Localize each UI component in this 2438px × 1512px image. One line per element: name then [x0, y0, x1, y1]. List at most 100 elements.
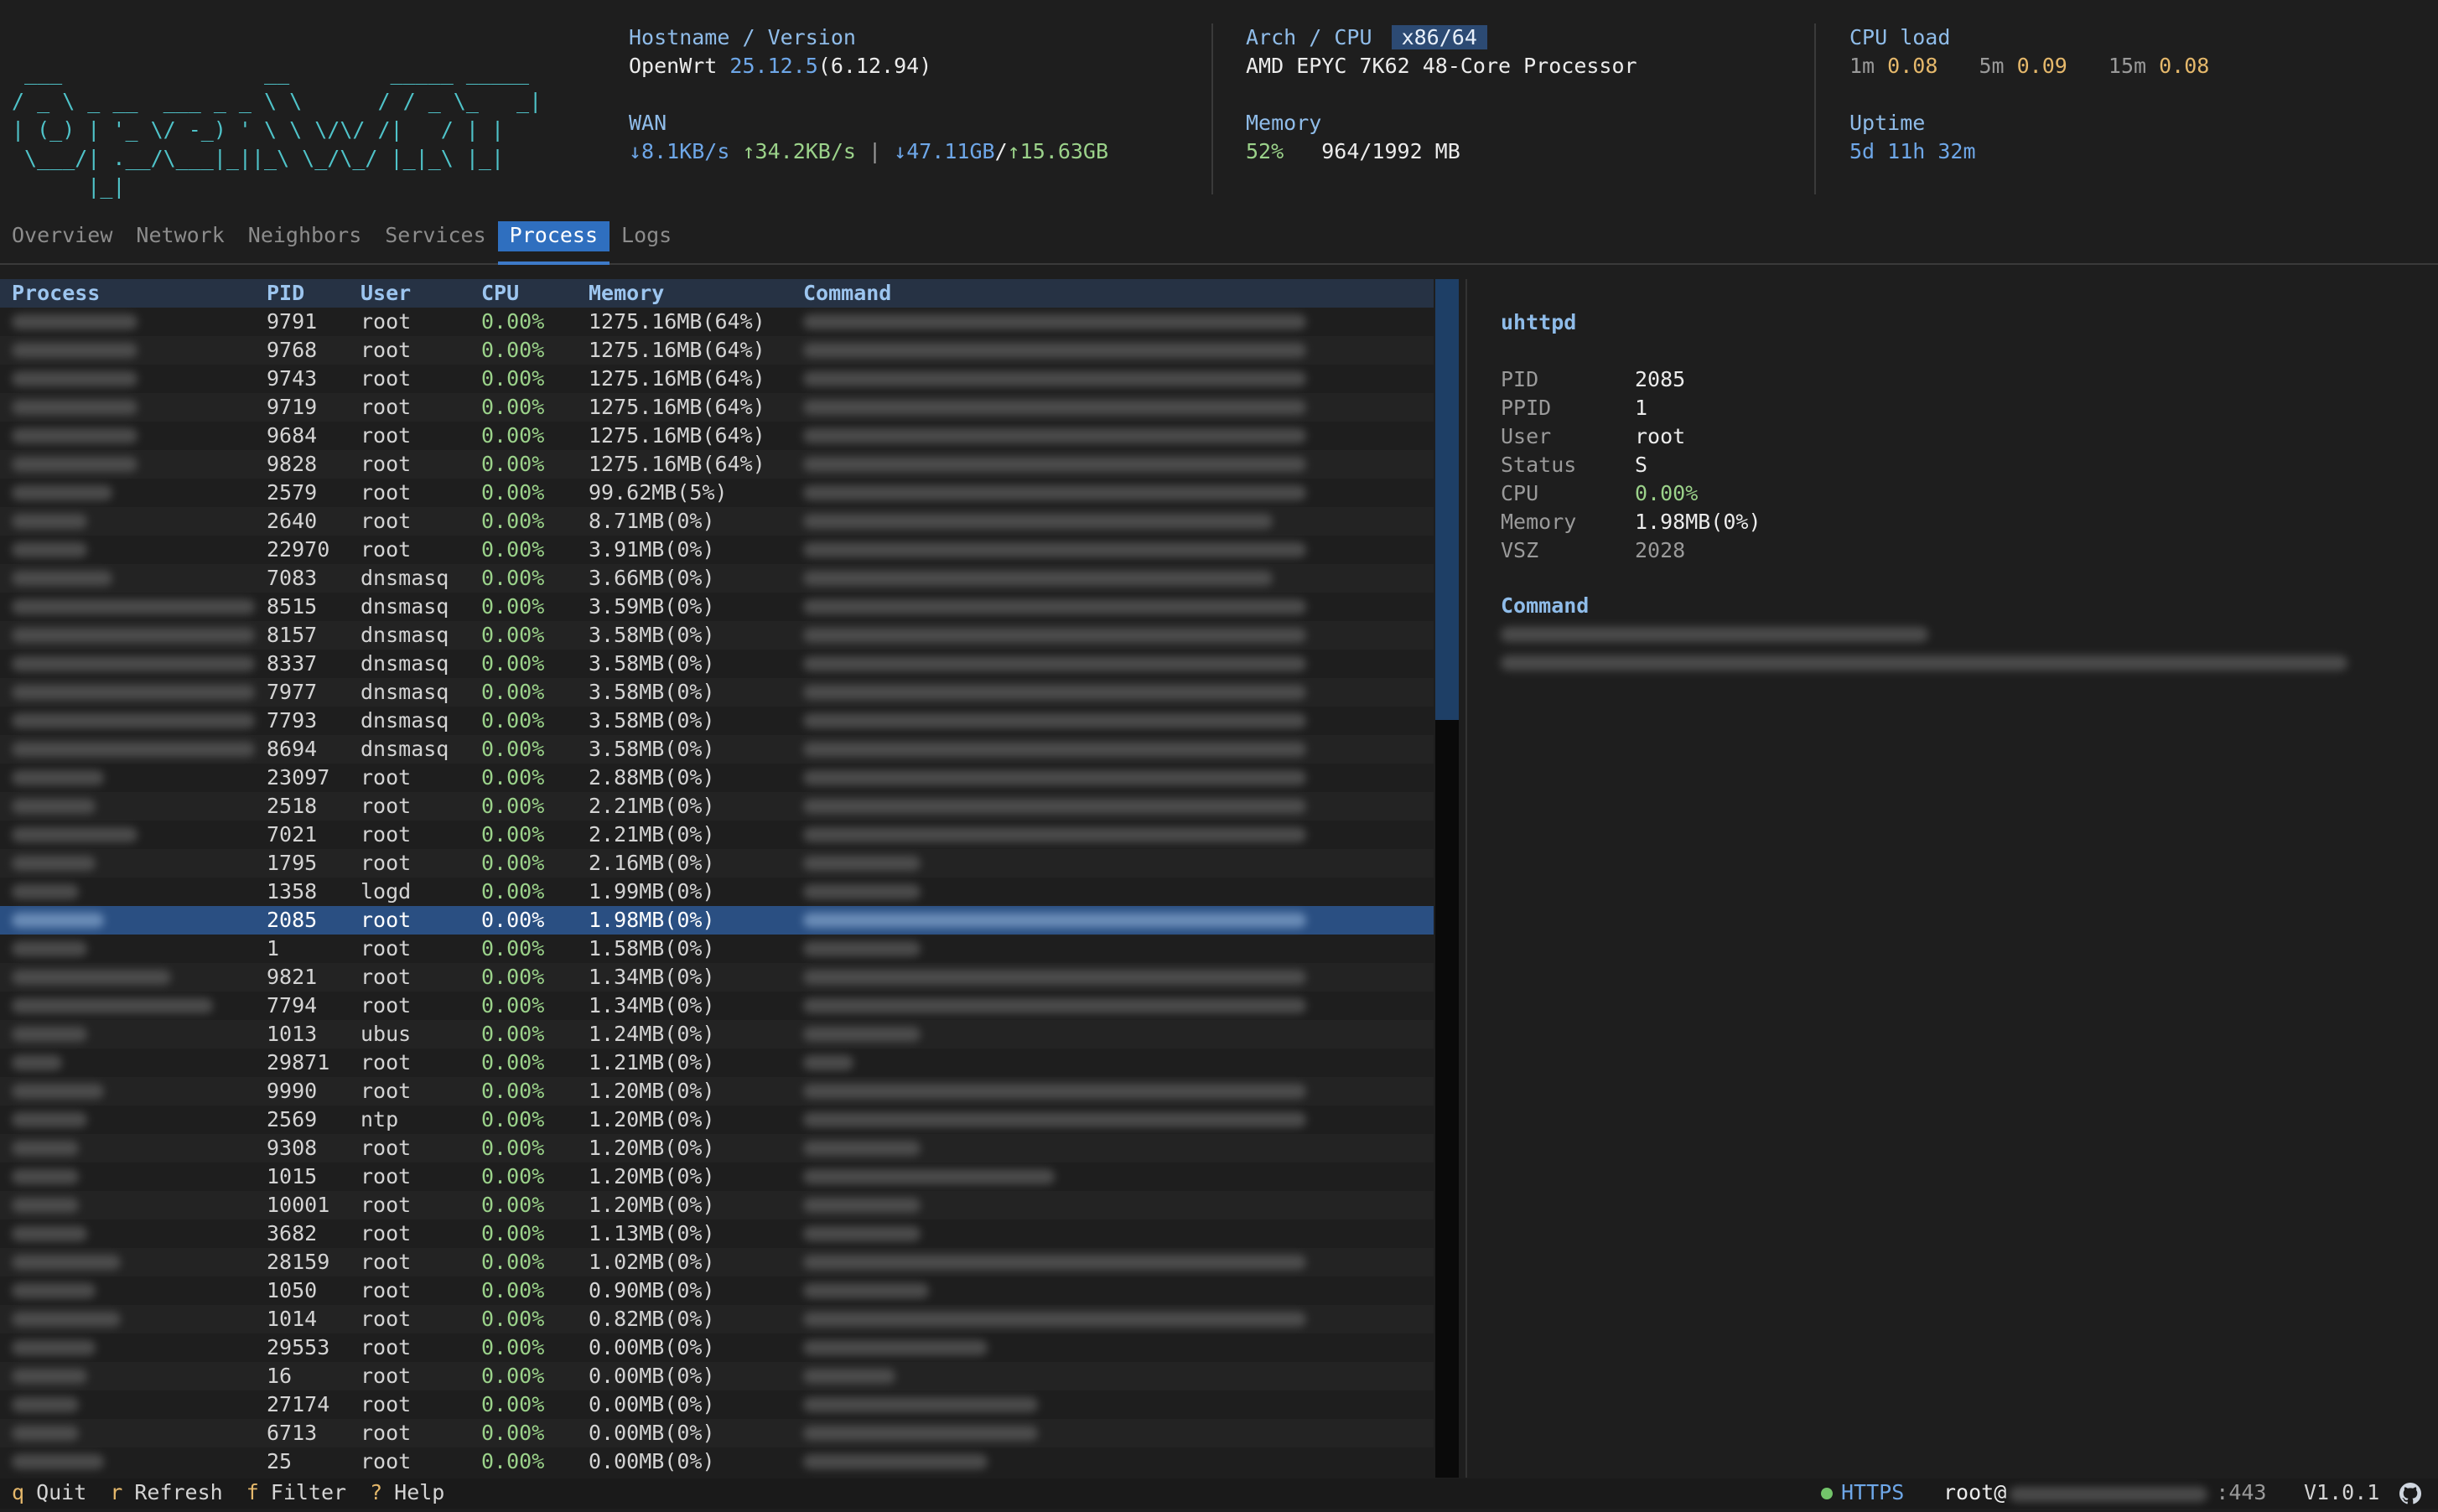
- table-row[interactable]: 1795 root 0.00% 2.16MB(0%): [0, 849, 1434, 878]
- table-row[interactable]: 7794 root 0.00% 1.34MB(0%): [0, 992, 1434, 1020]
- table-row[interactable]: 25 root 0.00% 0.00MB(0%): [0, 1447, 1434, 1476]
- logo-line: ___ __ _____ _____: [12, 60, 530, 85]
- table-row[interactable]: 9684 root 0.00% 1275.16MB(64%): [0, 422, 1434, 450]
- table-row[interactable]: 16 root 0.00% 0.00MB(0%): [0, 1362, 1434, 1390]
- table-row[interactable]: 7083 dnsmasq 0.00% 3.66MB(0%): [0, 564, 1434, 593]
- process-cpu: 0.00%: [481, 993, 545, 1017]
- process-cpu: 0.00%: [481, 509, 545, 533]
- table-row[interactable]: 2569 ntp 0.00% 1.20MB(0%): [0, 1106, 1434, 1134]
- table-row[interactable]: 6713 root 0.00% 0.00MB(0%): [0, 1419, 1434, 1447]
- process-memory: 0.00MB(0%): [589, 1421, 715, 1445]
- column-header-pid[interactable]: PID: [267, 279, 304, 308]
- active-tab-underline: [498, 261, 610, 265]
- openwrt-ascii-logo: ___ __ _____ _____ / _ \ _ __ ___ _ _ \ \…: [12, 59, 542, 201]
- table-row[interactable]: 1 root 0.00% 1.58MB(0%): [0, 935, 1434, 963]
- process-memory: 8.71MB(0%): [589, 509, 715, 533]
- process-memory: 2.16MB(0%): [589, 851, 715, 875]
- connection-status: HTTPS: [1821, 1478, 1904, 1507]
- table-row[interactable]: 10001 root 0.00% 1.20MB(0%): [0, 1191, 1434, 1219]
- process-user: root: [361, 1050, 412, 1074]
- shortcut-list: q Quit r Refresh f Filter ? Help: [12, 1478, 468, 1507]
- logo-line: / _ \ _ __ ___ _ _ \ \ / / _ \_ _|: [12, 89, 542, 113]
- table-row[interactable]: 8337 dnsmasq 0.00% 3.58MB(0%): [0, 650, 1434, 678]
- table-row[interactable]: 9743 root 0.00% 1275.16MB(64%): [0, 365, 1434, 393]
- process-pid: 8157: [267, 623, 318, 647]
- tab-overview[interactable]: Overview: [0, 221, 124, 251]
- process-pid: 28159: [267, 1250, 330, 1274]
- table-row[interactable]: 9308 root 0.00% 1.20MB(0%): [0, 1134, 1434, 1162]
- process-cpu: 0.00%: [481, 851, 545, 875]
- process-user: root: [361, 965, 412, 989]
- shortcut-label: Help: [394, 1480, 445, 1504]
- tab-services[interactable]: Services: [373, 221, 497, 251]
- github-icon[interactable]: [2399, 1483, 2422, 1504]
- arch-label: Arch / CPU: [1246, 25, 1372, 49]
- tab-network[interactable]: Network: [124, 221, 236, 251]
- table-row[interactable]: 27174 root 0.00% 0.00MB(0%): [0, 1390, 1434, 1419]
- table-row[interactable]: 9768 root 0.00% 1275.16MB(64%): [0, 336, 1434, 365]
- process-memory: 0.90MB(0%): [589, 1278, 715, 1302]
- table-row[interactable]: 8694 dnsmasq 0.00% 3.58MB(0%): [0, 735, 1434, 764]
- shortcut-help[interactable]: ? Help: [370, 1480, 444, 1504]
- table-row[interactable]: 1050 root 0.00% 0.90MB(0%): [0, 1276, 1434, 1305]
- table-row[interactable]: 9719 root 0.00% 1275.16MB(64%): [0, 393, 1434, 422]
- table-row[interactable]: 1358 logd 0.00% 1.99MB(0%): [0, 878, 1434, 906]
- process-memory: 3.58MB(0%): [589, 651, 715, 676]
- table-row[interactable]: 7793 dnsmasq 0.00% 3.58MB(0%): [0, 707, 1434, 735]
- table-row[interactable]: 9828 root 0.00% 1275.16MB(64%): [0, 450, 1434, 479]
- tab-logs[interactable]: Logs: [610, 221, 683, 251]
- table-row[interactable]: 2579 root 0.00% 99.62MB(5%): [0, 479, 1434, 507]
- process-cpu: 0.00%: [481, 965, 545, 989]
- table-row[interactable]: 3682 root 0.00% 1.13MB(0%): [0, 1219, 1434, 1248]
- table-row[interactable]: 2085 root 0.00% 1.98MB(0%): [0, 906, 1434, 935]
- process-memory: 0.00MB(0%): [589, 1449, 715, 1473]
- process-cpu: 0.00%: [481, 1364, 545, 1388]
- process-memory: 1.58MB(0%): [589, 936, 715, 961]
- process-pid: 1013: [267, 1022, 318, 1046]
- table-scrollbar-thumb[interactable]: [1435, 279, 1459, 720]
- process-pid: 2579: [267, 480, 318, 505]
- column-header-user[interactable]: User: [361, 279, 411, 308]
- table-row[interactable]: 29871 root 0.00% 1.21MB(0%): [0, 1049, 1434, 1077]
- cpuload-block: CPU load 1m 0.08 5m 0.09 15m 0.08: [1849, 23, 2209, 80]
- tab-neighbors[interactable]: Neighbors: [236, 221, 373, 251]
- table-row[interactable]: 1013 ubus 0.00% 1.24MB(0%): [0, 1020, 1434, 1049]
- column-header-cpu[interactable]: CPU: [481, 279, 519, 308]
- column-header-command[interactable]: Command: [803, 279, 1306, 308]
- process-memory: 2.88MB(0%): [589, 765, 715, 790]
- column-header-process[interactable]: Process: [12, 279, 255, 308]
- table-row[interactable]: 9990 root 0.00% 1.20MB(0%): [0, 1077, 1434, 1106]
- wan-slash: /: [994, 139, 1008, 163]
- table-row[interactable]: 9791 root 0.00% 1275.16MB(64%): [0, 308, 1434, 336]
- login-info: root@:443: [1943, 1478, 2266, 1507]
- column-header-memory[interactable]: Memory: [589, 279, 664, 308]
- tab-process[interactable]: Process: [497, 221, 610, 251]
- process-cpu: 0.00%: [481, 623, 545, 647]
- wan-up-rate: ↑34.2KB/s: [742, 139, 856, 163]
- table-row[interactable]: 2640 root 0.00% 8.71MB(0%): [0, 507, 1434, 536]
- connection-protocol: HTTPS: [1841, 1480, 1905, 1504]
- table-row[interactable]: 1015 root 0.00% 1.20MB(0%): [0, 1162, 1434, 1191]
- shortcut-refresh[interactable]: r Refresh: [110, 1480, 222, 1504]
- shortcut-quit[interactable]: q Quit: [12, 1480, 86, 1504]
- table-row[interactable]: 1014 root 0.00% 0.82MB(0%): [0, 1305, 1434, 1333]
- table-row[interactable]: 7021 root 0.00% 2.21MB(0%): [0, 821, 1434, 849]
- process-memory: 3.91MB(0%): [589, 537, 715, 562]
- table-row[interactable]: 22970 root 0.00% 3.91MB(0%): [0, 536, 1434, 564]
- table-row[interactable]: 9821 root 0.00% 1.34MB(0%): [0, 963, 1434, 992]
- detail-command-label: Command: [1501, 593, 1590, 618]
- table-row[interactable]: 28159 root 0.00% 1.02MB(0%): [0, 1248, 1434, 1276]
- table-row[interactable]: 2518 root 0.00% 2.21MB(0%): [0, 792, 1434, 821]
- table-row[interactable]: 23097 root 0.00% 2.88MB(0%): [0, 764, 1434, 792]
- process-pid: 8337: [267, 651, 318, 676]
- table-row[interactable]: 8515 dnsmasq 0.00% 3.59MB(0%): [0, 593, 1434, 621]
- process-cpu: 0.00%: [481, 879, 545, 904]
- table-row[interactable]: 7977 dnsmasq 0.00% 3.58MB(0%): [0, 678, 1434, 707]
- detail-value: 1: [1635, 396, 1648, 420]
- process-memory: 1.02MB(0%): [589, 1250, 715, 1274]
- table-row[interactable]: 8157 dnsmasq 0.00% 3.58MB(0%): [0, 621, 1434, 650]
- table-row[interactable]: 29553 root 0.00% 0.00MB(0%): [0, 1333, 1434, 1362]
- process-cpu: 0.00%: [481, 1421, 545, 1445]
- shortcut-filter[interactable]: f Filter: [246, 1480, 346, 1504]
- uptime-block: Uptime 5d 11h 32m: [1849, 109, 1976, 166]
